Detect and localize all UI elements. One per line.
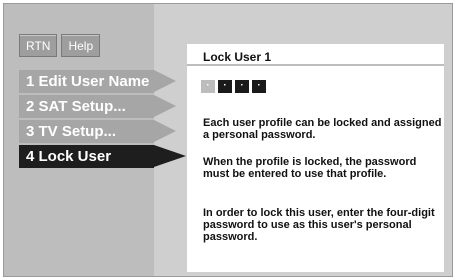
- help-button[interactable]: Help: [61, 34, 101, 57]
- menu-item-label: 3 TV Setup...: [26, 123, 117, 140]
- pin-digit[interactable]: ·: [218, 80, 232, 93]
- menu-item-label: 4 Lock User: [26, 148, 112, 165]
- pin-digit[interactable]: ·: [252, 80, 266, 93]
- menu-item-sat-setup[interactable]: 2 SAT Setup...: [19, 95, 154, 118]
- pin-digit[interactable]: ·: [235, 80, 249, 93]
- pin-digit[interactable]: ·: [201, 80, 215, 93]
- lock-user-screen: RTN Help 1 Edit User Name 2 SAT Setup...…: [0, 0, 456, 280]
- pin-entry[interactable]: · · · ·: [201, 80, 266, 93]
- menu-item-label: 2 SAT Setup...: [26, 98, 126, 115]
- page-title: Lock User 1: [203, 50, 272, 64]
- menu-item-arrow-selected: [154, 145, 186, 167]
- menu-item-arrow: [154, 70, 176, 92]
- menu-item-edit-user-name[interactable]: 1 Edit User Name: [19, 70, 154, 93]
- info-paragraph: Each user profile can be locked and assi…: [203, 117, 442, 141]
- rtn-button[interactable]: RTN: [19, 34, 58, 57]
- menu-item-label: 1 Edit User Name: [26, 73, 150, 90]
- title-divider: [187, 64, 444, 66]
- menu-item-tv-setup[interactable]: 3 TV Setup...: [19, 120, 154, 143]
- top-buttons: RTN Help: [19, 34, 101, 57]
- info-paragraph: When the profile is locked, the password…: [203, 156, 417, 180]
- menu-item-arrow: [154, 95, 176, 117]
- menu-item-lock-user[interactable]: 4 Lock User: [19, 145, 154, 168]
- menu-item-arrow: [154, 120, 176, 142]
- info-paragraph: In order to lock this user, enter the fo…: [203, 207, 435, 243]
